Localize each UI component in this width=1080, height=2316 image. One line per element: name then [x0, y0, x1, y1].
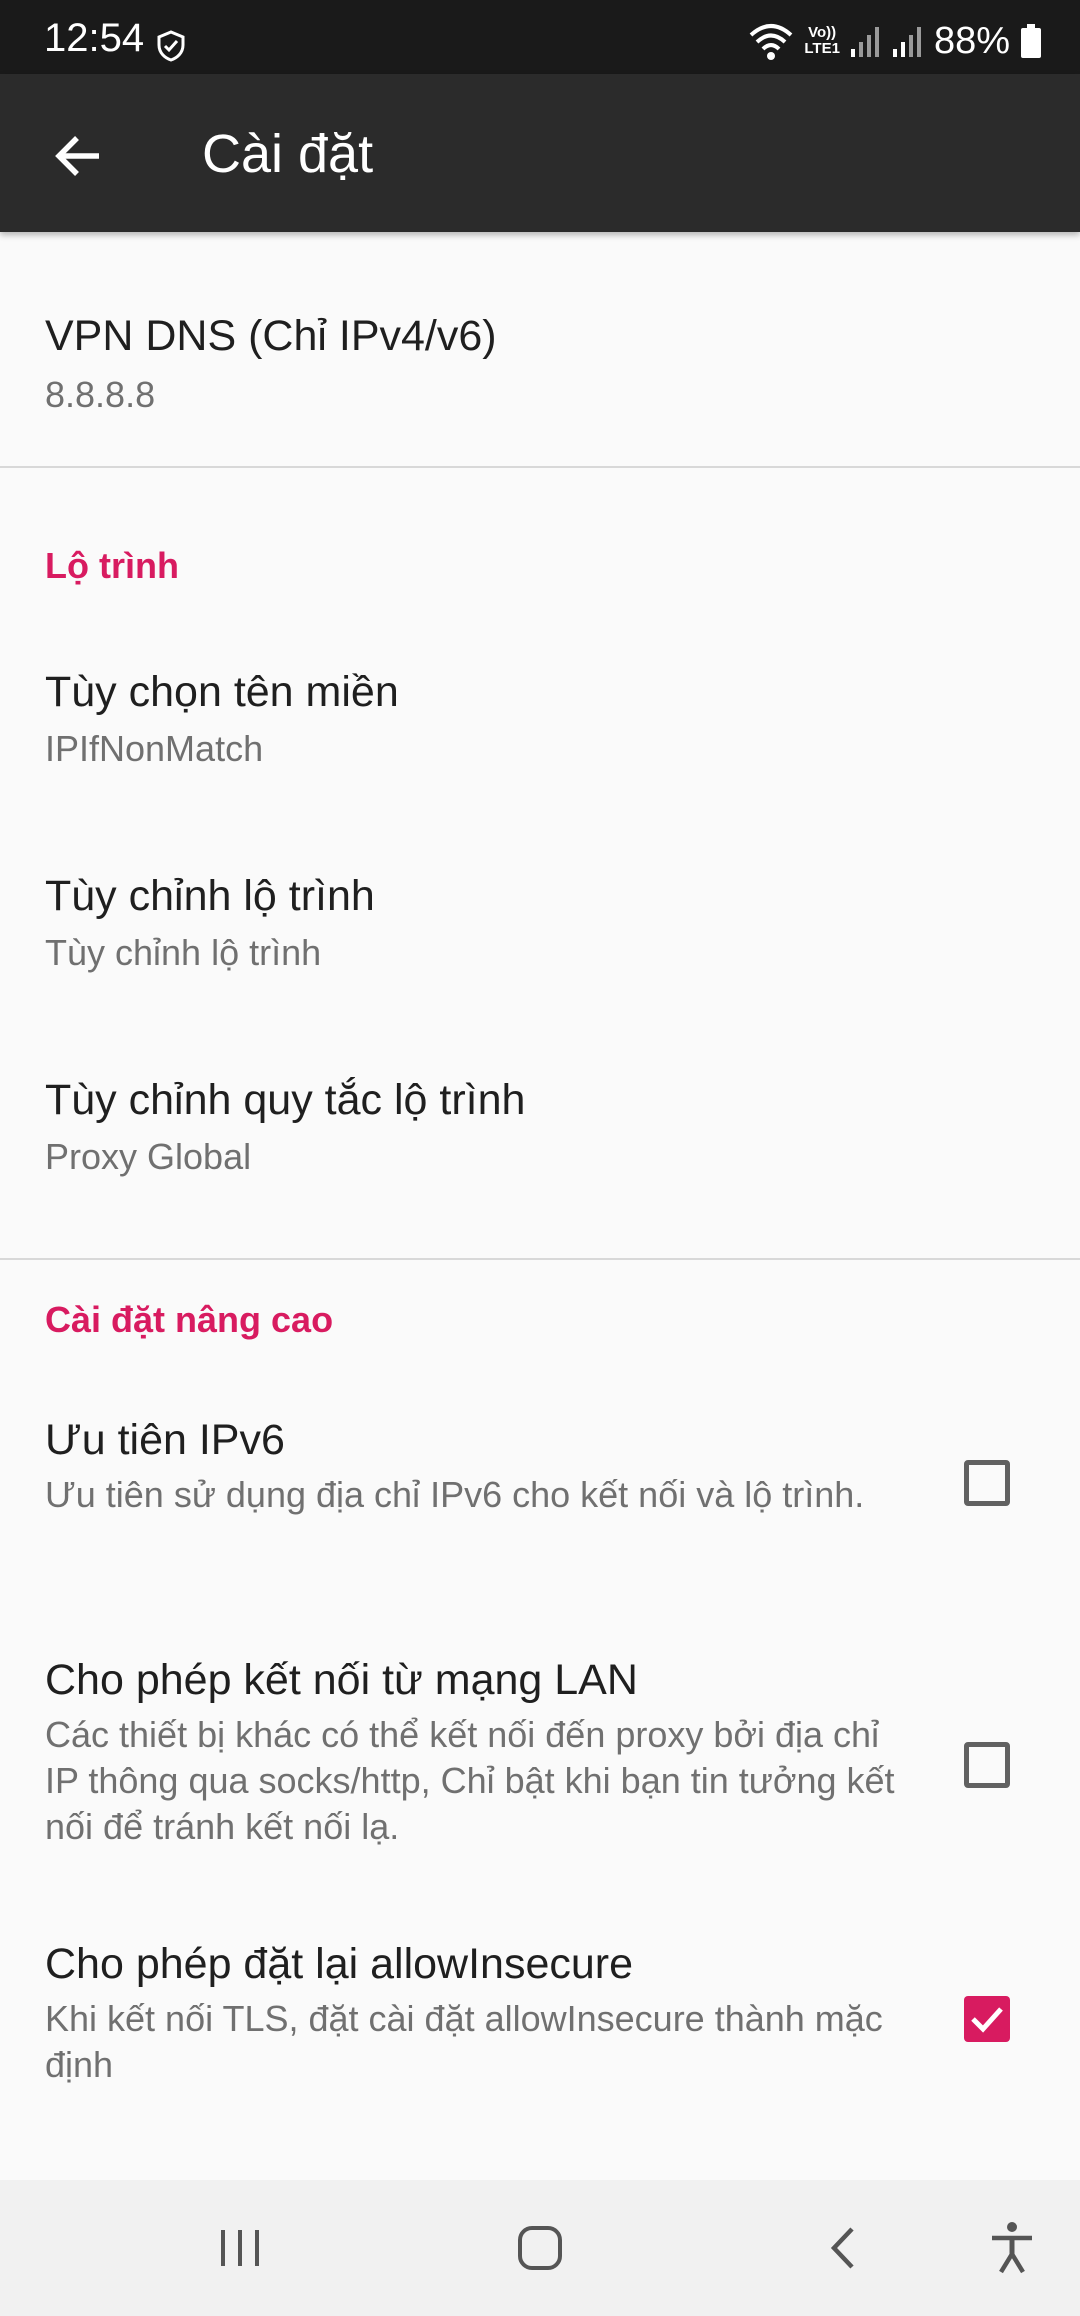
- pref-title: Ưu tiên IPv6: [45, 1416, 285, 1464]
- pref-allow-lan[interactable]: Cho phép kết nối từ mạng LAN Các thiết b…: [0, 1624, 1080, 1918]
- checkmark-icon: [971, 2007, 1003, 2033]
- divider: [0, 1258, 1080, 1260]
- category-routing: Lộ trình: [45, 545, 179, 586]
- pref-vpn-dns[interactable]: VPN DNS (Chỉ IPv4/v6) 8.8.8.8: [0, 232, 1080, 466]
- pref-summary: IPIfNonMatch: [45, 728, 264, 769]
- recents-button[interactable]: [200, 2208, 280, 2288]
- settings-list: VPN DNS (Chỉ IPv4/v6) 8.8.8.8 Lộ trình T…: [0, 232, 1080, 2180]
- pref-title: Cho phép đặt lại allowInsecure: [45, 1940, 634, 1988]
- status-icons: Vo)) LTE1 88%: [748, 18, 1042, 64]
- lte-label: LTE1: [804, 40, 840, 57]
- pref-title: Cho phép kết nối từ mạng LAN: [45, 1656, 638, 1704]
- home-button[interactable]: [500, 2208, 580, 2288]
- pref-allow-insecure[interactable]: Cho phép đặt lại allowInsecure Khi kết n…: [0, 1918, 1080, 2180]
- shield-icon: [157, 30, 185, 62]
- pref-title: Tùy chọn tên miền: [45, 668, 399, 716]
- wifi-icon: [750, 24, 793, 60]
- recents-icon: [221, 2230, 259, 2266]
- settings-screen: 12:54 Vo)) LTE1 88% Cài đặt VPN DNS (Chỉ…: [0, 0, 1080, 2316]
- pref-summary: Proxy Global: [45, 1136, 252, 1177]
- pref-title: VPN DNS (Chỉ IPv4/v6): [45, 312, 497, 360]
- page-title: Cài đặt: [202, 124, 374, 184]
- pref-title: Tùy chỉnh lộ trình: [45, 872, 375, 920]
- pref-custom-routing-rules[interactable]: Tùy chỉnh quy tắc lộ trình Proxy Global: [0, 1036, 1080, 1258]
- volte-label: Vo)): [808, 24, 837, 41]
- pref-summary: 8.8.8.8: [45, 374, 156, 415]
- status-time: 12:54: [44, 16, 145, 60]
- allow-lan-checkbox[interactable]: [964, 1742, 1010, 1788]
- back-icon: [830, 2227, 854, 2269]
- status-bar: 12:54 Vo)) LTE1 88%: [0, 0, 1080, 74]
- back-button[interactable]: [40, 118, 116, 194]
- pref-summary: Tùy chỉnh lộ trình: [45, 932, 322, 973]
- accessibility-button[interactable]: [972, 2208, 1052, 2288]
- signal-icon-2: [892, 27, 921, 57]
- pref-summary: Khi kết nối TLS, đặt cài đặt allowInsecu…: [45, 1998, 883, 2085]
- nav-bar: [0, 2180, 1080, 2316]
- home-icon: [518, 2226, 562, 2270]
- volte-icon: Vo)) LTE1: [804, 25, 840, 57]
- pref-prefer-ipv6[interactable]: Ưu tiên IPv6 Ưu tiên sử dụng địa chỉ IPv…: [0, 1372, 1080, 1624]
- pref-summary: Ưu tiên sử dụng địa chỉ IPv6 cho kết nối…: [45, 1474, 865, 1515]
- accessibility-icon: [992, 2222, 1032, 2274]
- pref-domain-strategy[interactable]: Tùy chọn tên miền IPIfNonMatch: [0, 628, 1080, 832]
- pref-title: Tùy chỉnh quy tắc lộ trình: [45, 1076, 526, 1124]
- arrow-back-icon: [55, 136, 99, 176]
- divider: [0, 466, 1080, 468]
- pref-summary: Các thiết bị khác có thể kết nối đến pro…: [45, 1714, 895, 1847]
- pref-custom-routing[interactable]: Tùy chỉnh lộ trình Tùy chỉnh lộ trình: [0, 832, 1080, 1036]
- allow-insecure-checkbox[interactable]: [964, 1996, 1010, 2042]
- battery-icon: [1021, 24, 1041, 58]
- signal-icon: [850, 27, 879, 57]
- category-advanced: Cài đặt nâng cao: [45, 1299, 334, 1340]
- app-bar: Cài đặt: [0, 74, 1080, 232]
- battery-percent: 88%: [933, 20, 1010, 62]
- nav-back-button[interactable]: [804, 2208, 884, 2288]
- prefer-ipv6-checkbox[interactable]: [964, 1460, 1010, 1506]
